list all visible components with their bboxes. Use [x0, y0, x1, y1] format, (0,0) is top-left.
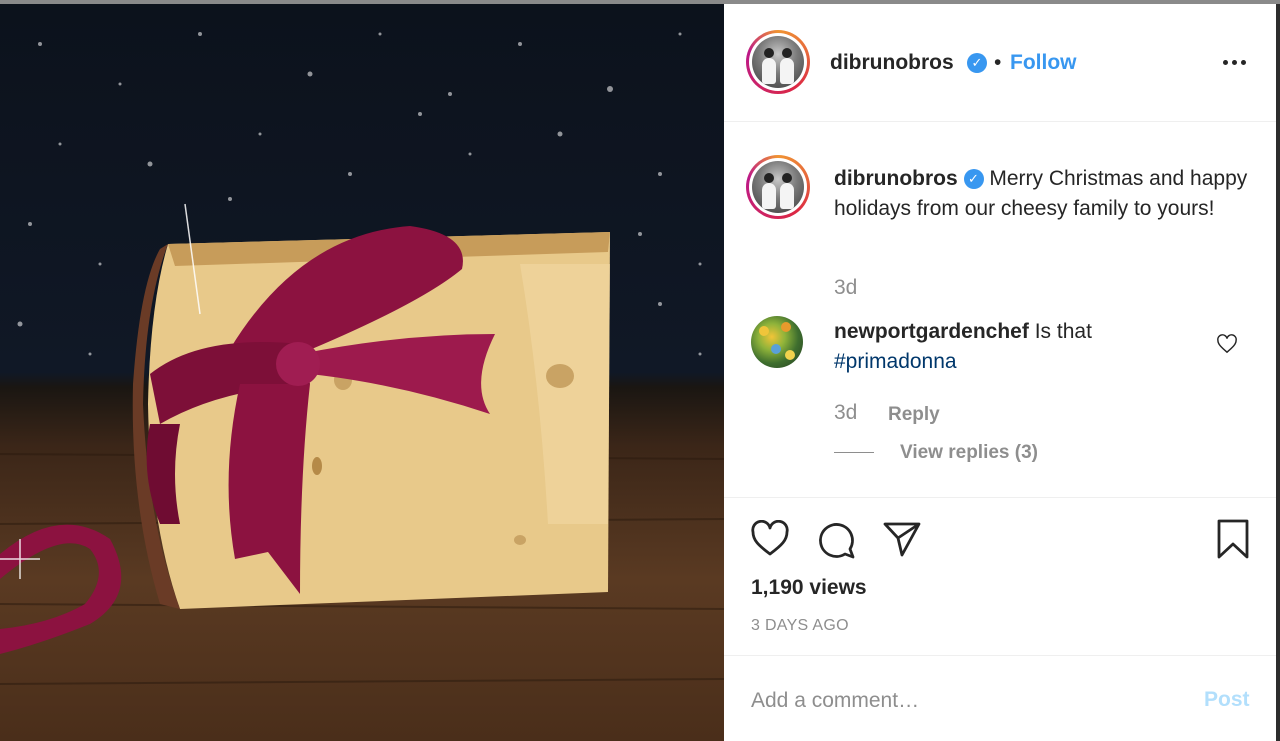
window-edge — [1276, 4, 1280, 741]
reply-button[interactable]: Reply — [888, 404, 940, 426]
separator-dot: • — [994, 51, 1002, 74]
author-avatar[interactable] — [746, 30, 810, 94]
view-replies-label: View replies (3) — [900, 442, 1038, 463]
post-details-panel: dibrunobros ✓ • Follow dibrunobros ✓ Mer… — [724, 4, 1276, 741]
replies-divider-line — [834, 452, 874, 454]
author-username[interactable]: dibrunobros — [830, 51, 954, 75]
commenter-avatar[interactable] — [751, 316, 803, 368]
bookmark-icon[interactable] — [1216, 518, 1250, 560]
post-comment-button[interactable]: Post — [1204, 688, 1250, 712]
comment: newportgardenchef Is that #primadonna — [834, 317, 1204, 377]
add-comment-input[interactable] — [751, 684, 1171, 718]
caption-username[interactable]: dibrunobros — [834, 167, 958, 190]
follow-button[interactable]: Follow — [1010, 51, 1077, 75]
actions-divider — [724, 497, 1276, 498]
view-replies-button[interactable]: View replies (3) — [834, 442, 1038, 464]
verified-badge-icon: ✓ — [967, 53, 987, 73]
small-heart-icon[interactable] — [1216, 334, 1238, 354]
comment-hashtag[interactable]: #primadonna — [834, 350, 957, 373]
comment-username[interactable]: newportgardenchef — [834, 320, 1029, 343]
post-header: dibrunobros ✓ • Follow — [724, 4, 1276, 122]
views-count[interactable]: 1,190 views — [751, 576, 867, 600]
share-icon[interactable] — [882, 520, 922, 558]
post-date: 3 DAYS AGO — [751, 617, 849, 634]
add-comment-section: Post — [724, 655, 1276, 741]
comment-timestamp[interactable]: 3d — [834, 401, 857, 425]
comment-text: Is that — [1034, 320, 1092, 343]
caption: dibrunobros ✓ Merry Christmas and happy … — [834, 164, 1254, 224]
caption-avatar[interactable] — [746, 155, 810, 219]
post-image[interactable] — [0, 4, 724, 741]
more-options-icon[interactable] — [1222, 52, 1250, 72]
heart-icon[interactable] — [750, 520, 790, 558]
cheese-gift-illustration — [0, 32, 724, 685]
comment-icon[interactable] — [816, 520, 856, 560]
verified-badge-icon: ✓ — [963, 169, 984, 189]
caption-timestamp[interactable]: 3d — [834, 276, 857, 300]
